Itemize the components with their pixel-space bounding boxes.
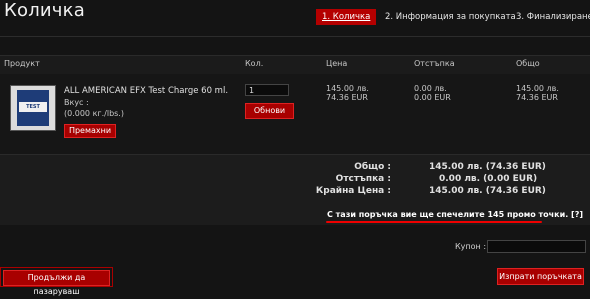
step-cart[interactable]: 1. Количка	[316, 9, 377, 25]
discount-bgn: 0.00 лв.	[414, 84, 447, 93]
step-purchase-info[interactable]: 2. Информация за покупката	[385, 9, 516, 25]
continue-shopping-button[interactable]: Продължи да пазаруваш	[3, 270, 110, 296]
send-order-button[interactable]: Изпрати поръчката	[497, 268, 584, 285]
summary-total-label: Общо :	[354, 162, 391, 172]
product-name[interactable]: ALL AMERICAN EFX Test Charge 60 ml.	[64, 86, 228, 96]
step-finalize[interactable]: 3. Финализиране	[516, 9, 590, 25]
promo-help-link[interactable]: [?]	[571, 210, 583, 219]
price-eur: 74.36 EUR	[326, 93, 368, 102]
checkout-steps: 1. Количка 2. Информация за покупката 3.…	[0, 9, 590, 25]
summary-total-value: 145.00 лв. (74.36 EUR)	[429, 162, 546, 172]
update-button[interactable]: Обнови	[245, 103, 294, 119]
price-bgn: 145.00 лв.	[326, 84, 369, 93]
column-header-product: Продукт	[4, 59, 40, 68]
column-header-discount: Отстъпка	[414, 59, 455, 68]
total-eur: 74.36 EUR	[516, 93, 558, 102]
discount-eur: 0.00 EUR	[414, 93, 451, 102]
column-header-qty: Кол.	[245, 59, 264, 68]
promo-points: 145	[487, 210, 505, 219]
summary-final-value: 145.00 лв. (74.36 EUR)	[429, 186, 546, 196]
remove-button[interactable]: Премахни	[64, 124, 116, 138]
coupon-input[interactable]	[487, 240, 586, 253]
quantity-input[interactable]: 1	[245, 84, 289, 96]
cart-table-header: Продукт Кол. Цена Отстъпка Общо	[0, 55, 590, 75]
promo-underline	[326, 221, 542, 223]
product-meta: Вкус : (0.000 кг./lbs.)	[64, 97, 124, 119]
header-divider	[0, 36, 590, 37]
coupon-label: Купон :	[455, 242, 487, 251]
promo-suffix: промо точки.	[504, 210, 569, 219]
promo-prefix: С тази поръчка вие ще спечелите	[327, 210, 488, 219]
summary-final-label: Крайна Цена :	[315, 186, 391, 196]
promo-points-message: С тази поръчка вие ще спечелите 145 пром…	[327, 210, 583, 219]
total-bgn: 145.00 лв.	[516, 84, 559, 93]
product-image-label: TEST CHARGE	[19, 102, 47, 120]
column-header-total: Общо	[516, 59, 540, 68]
column-header-price: Цена	[326, 59, 348, 68]
product-weight: (0.000 кг./lbs.)	[64, 109, 124, 118]
product-image[interactable]: TEST CHARGE	[10, 85, 56, 131]
summary-discount-label: Отстъпка :	[335, 174, 391, 184]
summary-discount-value: 0.00 лв. (0.00 EUR)	[439, 174, 538, 184]
product-taste: Вкус :	[64, 98, 89, 107]
